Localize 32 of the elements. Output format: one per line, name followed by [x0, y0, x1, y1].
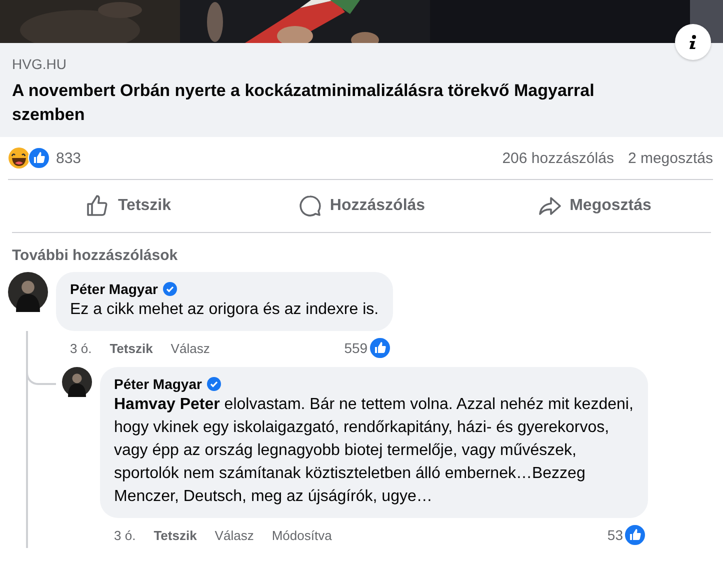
- like-count: 53: [607, 527, 623, 543]
- like-button[interactable]: Tetszik: [12, 180, 245, 232]
- thumbs-up-icon: [86, 194, 110, 218]
- edited-label[interactable]: Módosítva: [272, 528, 332, 542]
- reply-link[interactable]: Válasz: [170, 340, 210, 356]
- reply-link[interactable]: Válasz: [214, 528, 254, 542]
- avatar: [8, 272, 48, 312]
- like-reaction-icon: [368, 337, 391, 359]
- avatar: [62, 367, 92, 397]
- comment-text: Ez a cikk mehet az origora és az indexre is.: [70, 300, 379, 320]
- comment-button[interactable]: Hozzászólás: [245, 180, 478, 232]
- author-name[interactable]: Péter Magyar: [114, 375, 202, 393]
- like-reaction-icon: [28, 147, 50, 169]
- comment-text: Hamvay Peter elolvastam. Bár ne tettem volna. Azzal nehéz mit kezdeni, hogy vkinek egy iskolaigazgató, rendőrkapitány, házi- és gyerekorvos, vagy épp az ország legnagyobb biotej termelője, vagy művészek, sportolók nem számítanak köztiszteletben álló embernek…Bezzeg Menczer, Deutsch, meg az újságírók, ugye…: [114, 395, 634, 507]
- comment-time[interactable]: 3 ó.: [70, 340, 92, 356]
- haha-reaction-icon: [8, 147, 30, 169]
- like-link[interactable]: Tetszik: [154, 528, 197, 542]
- like-reaction-icon: [624, 524, 646, 546]
- link-preview[interactable]: HVG.HU A novembert Orbán nyerte a kockázatminimalizálásra törekvő Magyarral szemben: [0, 43, 723, 137]
- comment-time[interactable]: 3 ó.: [114, 528, 136, 542]
- link-title[interactable]: A novembert Orbán nyerte a kockázatminimalizálásra törekvő Magyarral szemben: [12, 79, 622, 127]
- share-count[interactable]: 2 megosztás: [628, 150, 713, 166]
- share-button[interactable]: Megosztás: [478, 180, 711, 232]
- more-comments-link[interactable]: További hozzászólások: [12, 247, 178, 264]
- speech-bubble-icon: [298, 194, 322, 218]
- like-link[interactable]: Tetszik: [110, 340, 153, 356]
- link-source: HVG.HU: [12, 55, 68, 73]
- author-name[interactable]: Péter Magyar: [70, 280, 158, 298]
- reaction-count[interactable]: 833: [56, 150, 82, 166]
- like-count: 559: [344, 340, 368, 356]
- share-arrow-icon: [538, 194, 562, 218]
- comment-count[interactable]: 206 hozzászólás: [502, 150, 614, 166]
